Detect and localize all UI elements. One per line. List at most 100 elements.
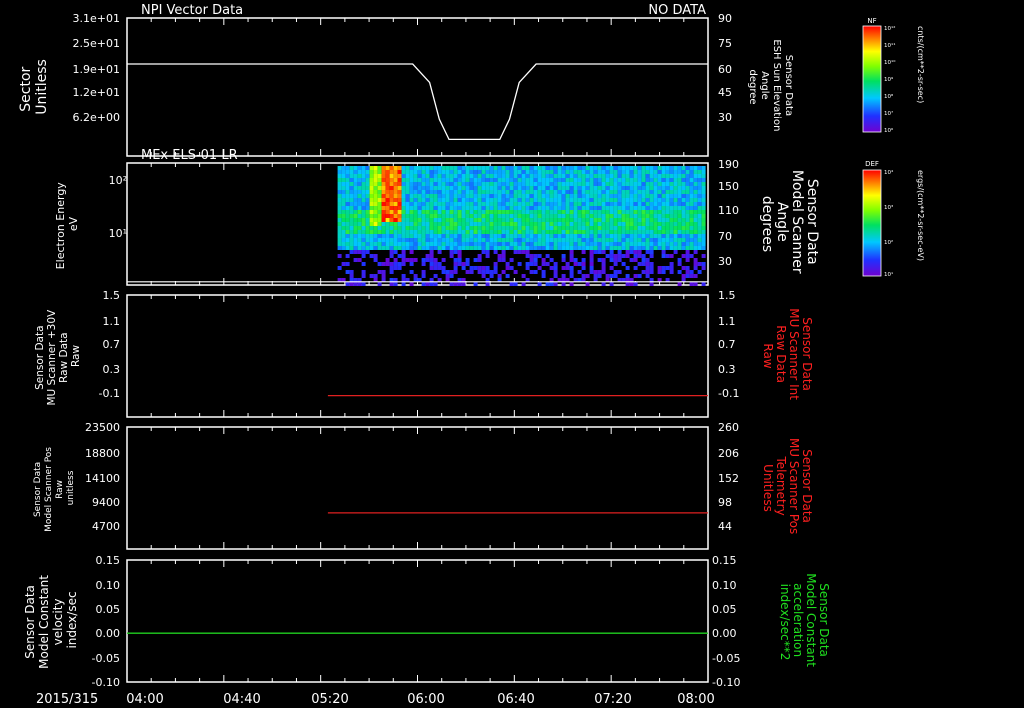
colorbar-def-unit: ergs/(cm**2-sr-sec-eV)	[916, 170, 925, 261]
spectrogram-cell	[465, 194, 470, 198]
spectrogram-cell	[677, 198, 682, 202]
colorbar-nf-label: NF	[867, 17, 876, 25]
spectrogram-cell	[433, 174, 438, 178]
spectrogram-cell	[413, 206, 418, 210]
spectrogram-cell	[557, 202, 562, 206]
spectrogram-cell	[409, 226, 414, 230]
spectrogram-cell	[349, 230, 354, 234]
spectrogram-cell	[437, 242, 442, 246]
panel-5-ylabel: Sensor Data Model Constant velocity inde…	[23, 571, 79, 669]
spectrogram-cell	[693, 222, 698, 226]
spectrogram-cell	[541, 194, 546, 198]
spectrogram-cell	[373, 186, 378, 190]
spectrogram-cell	[393, 222, 398, 226]
spectrogram-cell	[601, 210, 606, 214]
spectrogram-cell	[525, 254, 530, 258]
spectrogram-cell	[457, 178, 462, 182]
spectrogram-cell	[513, 186, 518, 190]
spectrogram-cell	[337, 246, 342, 250]
spectrogram-cell	[441, 166, 446, 170]
spectrogram-cell	[581, 238, 586, 242]
spectrogram-cell	[569, 230, 574, 234]
colorbar-def-label: DEF	[865, 160, 879, 168]
spectrogram-cell	[405, 234, 410, 238]
spectrogram-cell	[353, 202, 358, 206]
spectrogram-cell	[389, 202, 394, 206]
spectrogram-cell	[449, 250, 454, 254]
spectrogram-cell	[545, 242, 550, 246]
spectrogram-cell	[685, 242, 690, 246]
spectrogram-cell	[609, 194, 614, 198]
spectrogram-cell	[649, 210, 654, 214]
spectrogram-cell	[569, 198, 574, 202]
spectrogram-cell	[597, 170, 602, 174]
spectrogram-cell	[673, 186, 678, 190]
spectrogram-cell	[529, 214, 534, 218]
spectrogram-cell	[413, 274, 418, 278]
spectrogram-cell	[365, 166, 370, 170]
spectrogram-cell	[349, 250, 354, 254]
spectrogram-cell	[389, 238, 394, 242]
spectrogram-cell	[353, 194, 358, 198]
spectrogram-cell	[549, 206, 554, 210]
spectrogram-cell	[633, 234, 638, 238]
spectrogram-cell	[533, 202, 538, 206]
spectrogram-cell	[549, 222, 554, 226]
spectrogram-cell	[497, 218, 502, 222]
spectrogram-cell	[645, 258, 650, 262]
spectrogram-cell	[521, 206, 526, 210]
spectrogram-cell	[513, 174, 518, 178]
spectrogram-cell	[685, 210, 690, 214]
spectrogram-cell	[453, 238, 458, 242]
spectrogram-cell	[569, 250, 574, 254]
spectrogram-cell	[509, 170, 514, 174]
spectrogram-cell	[661, 266, 666, 270]
spectrogram-cell	[373, 230, 378, 234]
panel-2-ytick-right: 30	[718, 255, 732, 268]
spectrogram-cell	[337, 178, 342, 182]
spectrogram-cell	[341, 182, 346, 186]
spectrogram-cell	[553, 170, 558, 174]
spectrogram-cell	[425, 282, 430, 286]
spectrogram-cell	[497, 174, 502, 178]
time-tick-label: 08:00	[677, 692, 714, 707]
spectrogram-cell	[445, 234, 450, 238]
spectrogram-cell	[397, 262, 402, 266]
spectrogram-cell	[513, 190, 518, 194]
spectrogram-cell	[581, 194, 586, 198]
spectrogram-cell	[349, 194, 354, 198]
spectrogram-cell	[365, 174, 370, 178]
spectrogram-cell	[489, 234, 494, 238]
spectrogram-cell	[481, 202, 486, 206]
spectrogram-cell	[697, 214, 702, 218]
spectrogram-cell	[577, 178, 582, 182]
spectrogram-cell	[605, 194, 610, 198]
spectrogram-cell	[617, 186, 622, 190]
spectrogram-cell	[337, 218, 342, 222]
spectrogram-cell	[569, 178, 574, 182]
spectrogram-cell	[645, 226, 650, 230]
spectrogram-cell	[509, 166, 514, 170]
spectrogram-cell	[625, 218, 630, 222]
spectrogram-cell	[613, 170, 618, 174]
spectrogram-cell	[621, 254, 626, 258]
spectrogram-cell	[361, 206, 366, 210]
spectrogram-cell	[557, 206, 562, 210]
spectrogram-cell	[409, 242, 414, 246]
spectrogram-cell	[689, 178, 694, 182]
spectrogram-cell	[365, 246, 370, 250]
spectrogram-cell	[601, 246, 606, 250]
spectrogram-cell	[565, 222, 570, 226]
spectrogram-cell	[525, 234, 530, 238]
spectrogram-cell	[421, 214, 426, 218]
spectrogram-cell	[645, 266, 650, 270]
spectrogram-cell	[461, 238, 466, 242]
spectrogram-cell	[341, 226, 346, 230]
spectrogram-cell	[529, 166, 534, 170]
ylabel-right-line: Model Constant	[804, 573, 818, 667]
spectrogram-cell	[665, 174, 670, 178]
spectrogram-cell	[645, 210, 650, 214]
ylabel-line: unitless	[66, 470, 76, 505]
spectrogram-cell	[517, 238, 522, 242]
spectrogram-cell	[537, 206, 542, 210]
